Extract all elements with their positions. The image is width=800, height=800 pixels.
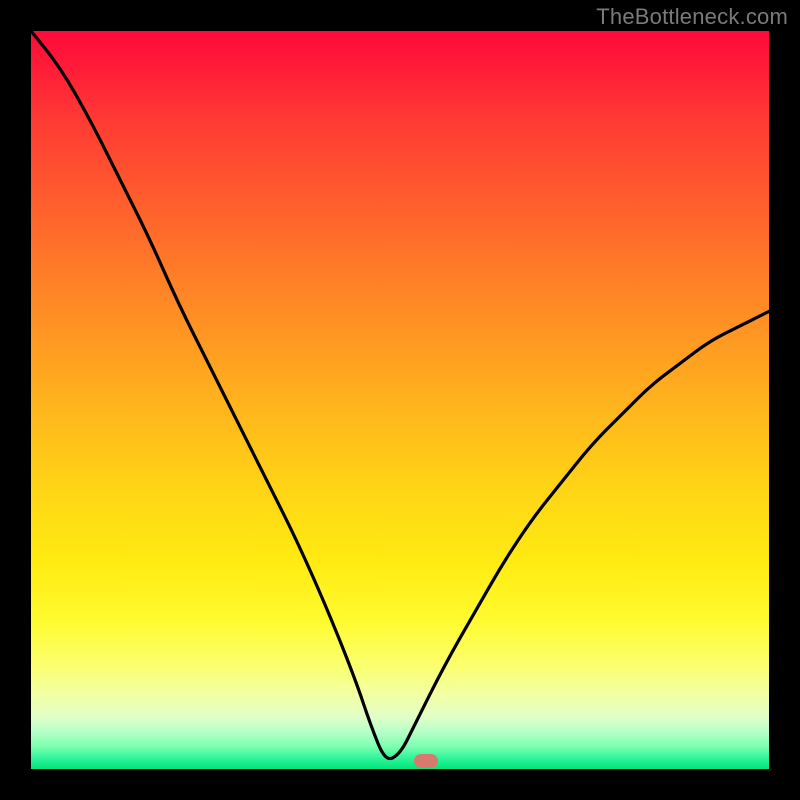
attribution-text: TheBottleneck.com	[596, 4, 788, 30]
bottleneck-curve	[31, 31, 769, 769]
optimal-marker	[414, 754, 438, 768]
chart-frame: TheBottleneck.com	[0, 0, 800, 800]
plot-area	[31, 31, 769, 769]
curve-path	[31, 31, 769, 759]
